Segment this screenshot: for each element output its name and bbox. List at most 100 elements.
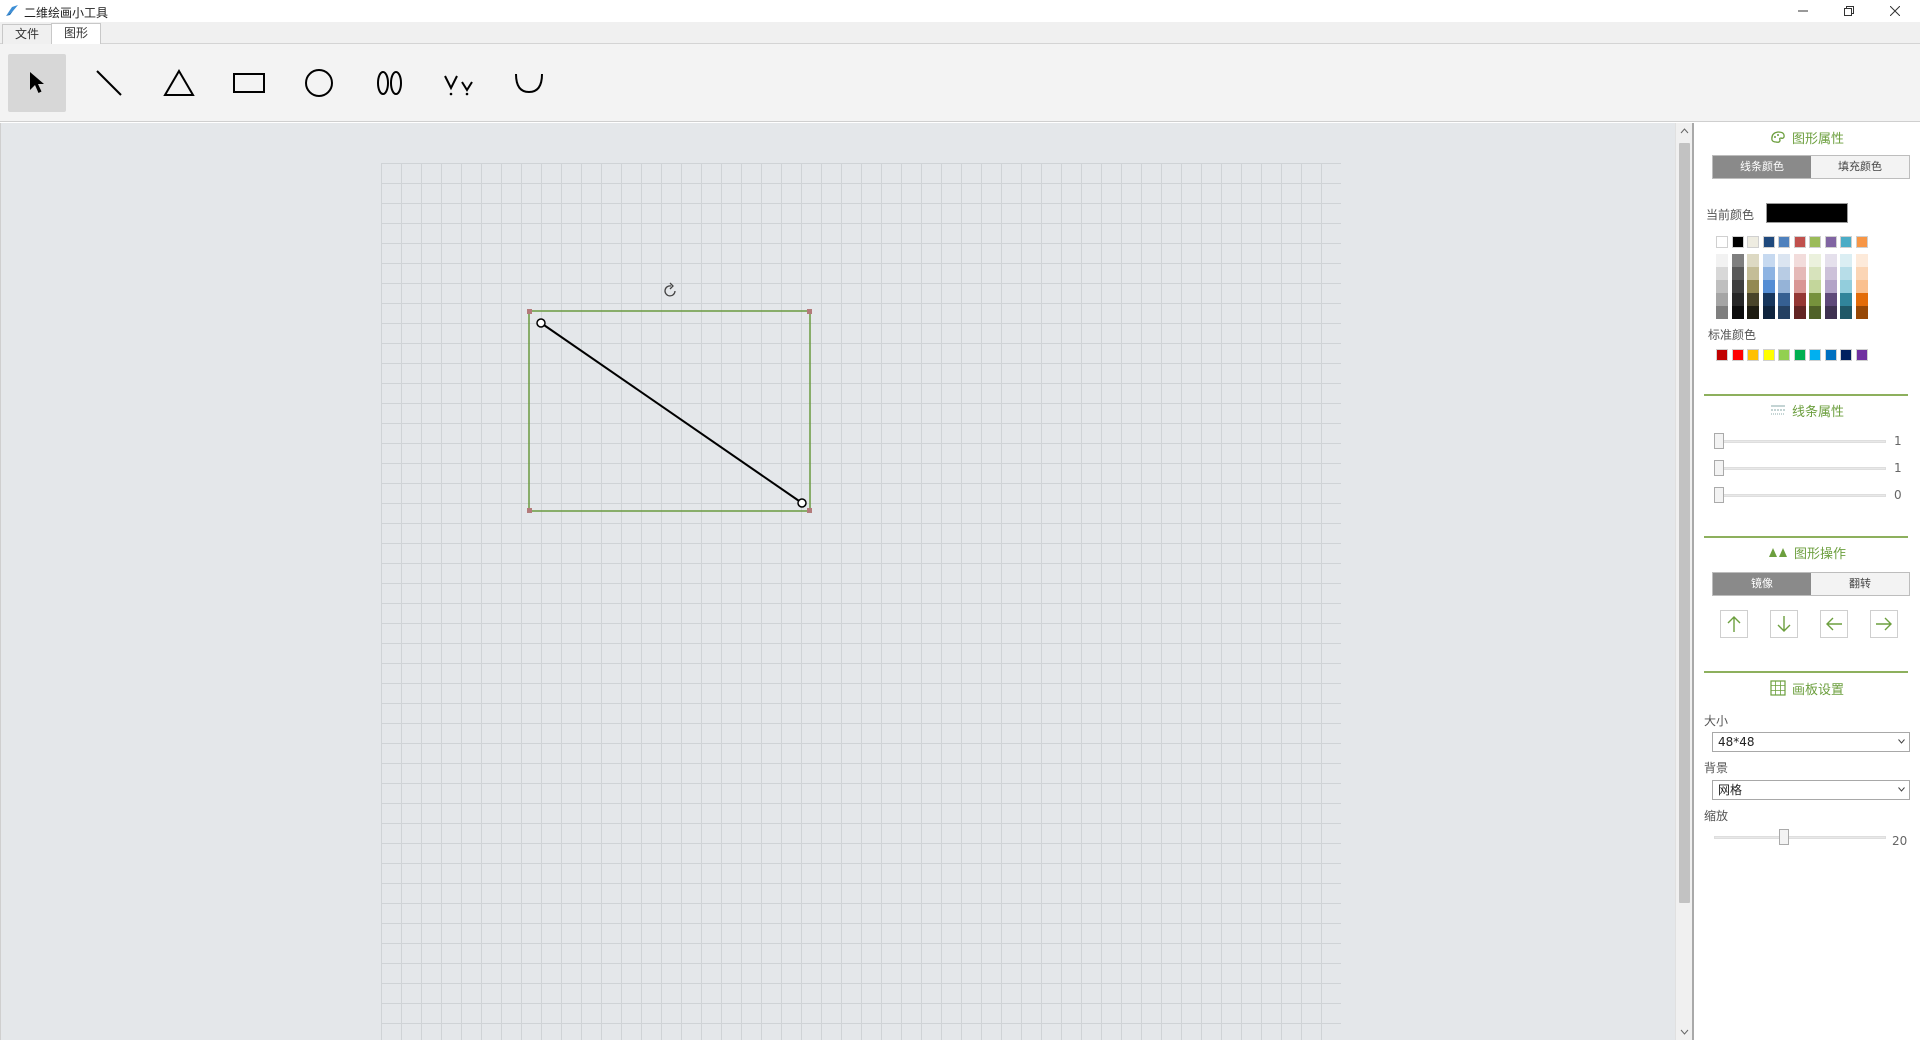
theme-tint-swatch[interactable] — [1731, 293, 1744, 306]
standard-color-swatch[interactable] — [1824, 349, 1837, 361]
tab-file[interactable]: 文件 — [2, 24, 53, 44]
theme-color-swatch[interactable] — [1747, 236, 1759, 248]
scroll-thumb[interactable] — [1679, 143, 1690, 903]
tool-select[interactable] — [8, 54, 66, 112]
theme-tint-swatch[interactable] — [1824, 267, 1837, 280]
theme-tint-swatch[interactable] — [1762, 293, 1775, 306]
theme-tint-swatch[interactable] — [1716, 254, 1728, 267]
theme-tint-swatch[interactable] — [1793, 254, 1806, 267]
theme-tint-swatch[interactable] — [1824, 306, 1837, 319]
theme-tint-swatch[interactable] — [1855, 267, 1868, 280]
theme-tint-swatch[interactable] — [1824, 254, 1837, 267]
theme-tint-swatch[interactable] — [1762, 280, 1775, 293]
theme-tint-swatch[interactable] — [1855, 280, 1868, 293]
theme-color-swatch[interactable] — [1840, 236, 1852, 248]
theme-tint-swatch[interactable] — [1840, 267, 1852, 280]
standard-color-swatch[interactable] — [1716, 349, 1728, 361]
theme-tint-swatch[interactable] — [1778, 306, 1790, 319]
theme-tint-swatch[interactable] — [1809, 267, 1821, 280]
theme-tint-swatch[interactable] — [1747, 306, 1759, 319]
theme-tint-swatch[interactable] — [1731, 267, 1744, 280]
line-width-slider-thumb[interactable] — [1714, 433, 1724, 449]
mirror-down-button[interactable] — [1770, 610, 1798, 638]
resize-handle-bottom-right[interactable] — [807, 508, 812, 513]
theme-tint-swatch[interactable] — [1716, 306, 1728, 319]
theme-tint-swatch[interactable] — [1793, 293, 1806, 306]
theme-tint-swatch[interactable] — [1778, 267, 1790, 280]
standard-color-swatch[interactable] — [1840, 349, 1852, 361]
tool-arc[interactable] — [500, 54, 558, 112]
standard-color-swatch[interactable] — [1793, 349, 1806, 361]
theme-tint-swatch[interactable] — [1855, 293, 1868, 306]
mirror-up-button[interactable] — [1720, 610, 1748, 638]
rotate-handle-icon[interactable] — [664, 282, 676, 297]
theme-tint-swatch[interactable] — [1809, 306, 1821, 319]
line-width-slider[interactable] — [1718, 440, 1886, 443]
theme-tint-swatch[interactable] — [1809, 254, 1821, 267]
theme-tint-swatch[interactable] — [1793, 267, 1806, 280]
tool-triangle[interactable] — [150, 54, 208, 112]
tab-mirror[interactable]: 镜像 — [1713, 573, 1811, 595]
theme-color-swatch[interactable] — [1716, 236, 1728, 248]
theme-color-swatch[interactable] — [1809, 236, 1821, 248]
theme-color-swatch[interactable] — [1824, 236, 1837, 248]
board-size-select[interactable]: 48*48 — [1712, 732, 1910, 752]
line-style-slider[interactable] — [1718, 467, 1886, 470]
tab-shape[interactable]: 图形 — [51, 23, 102, 45]
theme-tint-swatch[interactable] — [1855, 306, 1868, 319]
tab-fill-color[interactable]: 填充颜色 — [1811, 156, 1909, 178]
tool-angle-marks[interactable] — [430, 54, 488, 112]
theme-tint-swatch[interactable] — [1731, 254, 1744, 267]
drawing-board-grid[interactable] — [381, 163, 1341, 1040]
minimize-button[interactable] — [1780, 0, 1826, 22]
standard-color-swatch[interactable] — [1778, 349, 1790, 361]
theme-color-swatch[interactable] — [1731, 236, 1744, 248]
line-start-handle[interactable] — [536, 318, 546, 328]
standard-color-swatch[interactable] — [1731, 349, 1744, 361]
canvas-area[interactable] — [0, 123, 1675, 1040]
zoom-slider[interactable] — [1714, 836, 1886, 839]
theme-color-swatch[interactable] — [1762, 236, 1775, 248]
theme-tint-swatch[interactable] — [1840, 293, 1852, 306]
theme-tint-swatch[interactable] — [1778, 280, 1790, 293]
theme-tint-swatch[interactable] — [1778, 254, 1790, 267]
tab-flip[interactable]: 翻转 — [1811, 573, 1909, 595]
theme-tint-swatch[interactable] — [1747, 267, 1759, 280]
theme-tint-swatch[interactable] — [1840, 254, 1852, 267]
theme-tint-swatch[interactable] — [1809, 280, 1821, 293]
theme-tint-swatch[interactable] — [1824, 293, 1837, 306]
theme-tint-swatch[interactable] — [1809, 293, 1821, 306]
tab-line-color[interactable]: 线条颜色 — [1713, 156, 1811, 178]
theme-color-swatch[interactable] — [1855, 236, 1868, 248]
tool-double-ellipse[interactable] — [360, 54, 418, 112]
theme-tint-swatch[interactable] — [1716, 267, 1728, 280]
theme-tint-swatch[interactable] — [1840, 280, 1852, 293]
standard-color-swatch[interactable] — [1762, 349, 1775, 361]
scroll-up-button[interactable] — [1676, 123, 1693, 139]
mirror-right-button[interactable] — [1870, 610, 1898, 638]
board-bg-select[interactable]: 网格 — [1712, 780, 1910, 800]
theme-tint-swatch[interactable] — [1762, 254, 1775, 267]
current-color-swatch[interactable] — [1766, 203, 1848, 223]
mirror-left-button[interactable] — [1820, 610, 1848, 638]
theme-color-swatch[interactable] — [1793, 236, 1806, 248]
line-end-handle[interactable] — [797, 498, 807, 508]
standard-color-swatch[interactable] — [1855, 349, 1868, 361]
resize-handle-bottom-left[interactable] — [527, 508, 532, 513]
theme-tint-swatch[interactable] — [1747, 293, 1759, 306]
resize-handle-top-left[interactable] — [527, 309, 532, 314]
standard-color-swatch[interactable] — [1809, 349, 1821, 361]
theme-tint-swatch[interactable] — [1793, 306, 1806, 319]
tool-circle[interactable] — [290, 54, 348, 112]
theme-tint-swatch[interactable] — [1731, 306, 1744, 319]
theme-tint-swatch[interactable] — [1747, 254, 1759, 267]
canvas-vertical-scrollbar[interactable] — [1675, 123, 1692, 1040]
line-offset-slider[interactable] — [1718, 494, 1886, 497]
drawn-line-shape[interactable] — [540, 322, 803, 504]
tool-rectangle[interactable] — [220, 54, 278, 112]
tool-line[interactable] — [80, 54, 138, 112]
theme-tint-swatch[interactable] — [1762, 267, 1775, 280]
close-button[interactable] — [1872, 0, 1918, 22]
zoom-slider-thumb[interactable] — [1778, 829, 1789, 845]
standard-color-swatch[interactable] — [1747, 349, 1759, 361]
